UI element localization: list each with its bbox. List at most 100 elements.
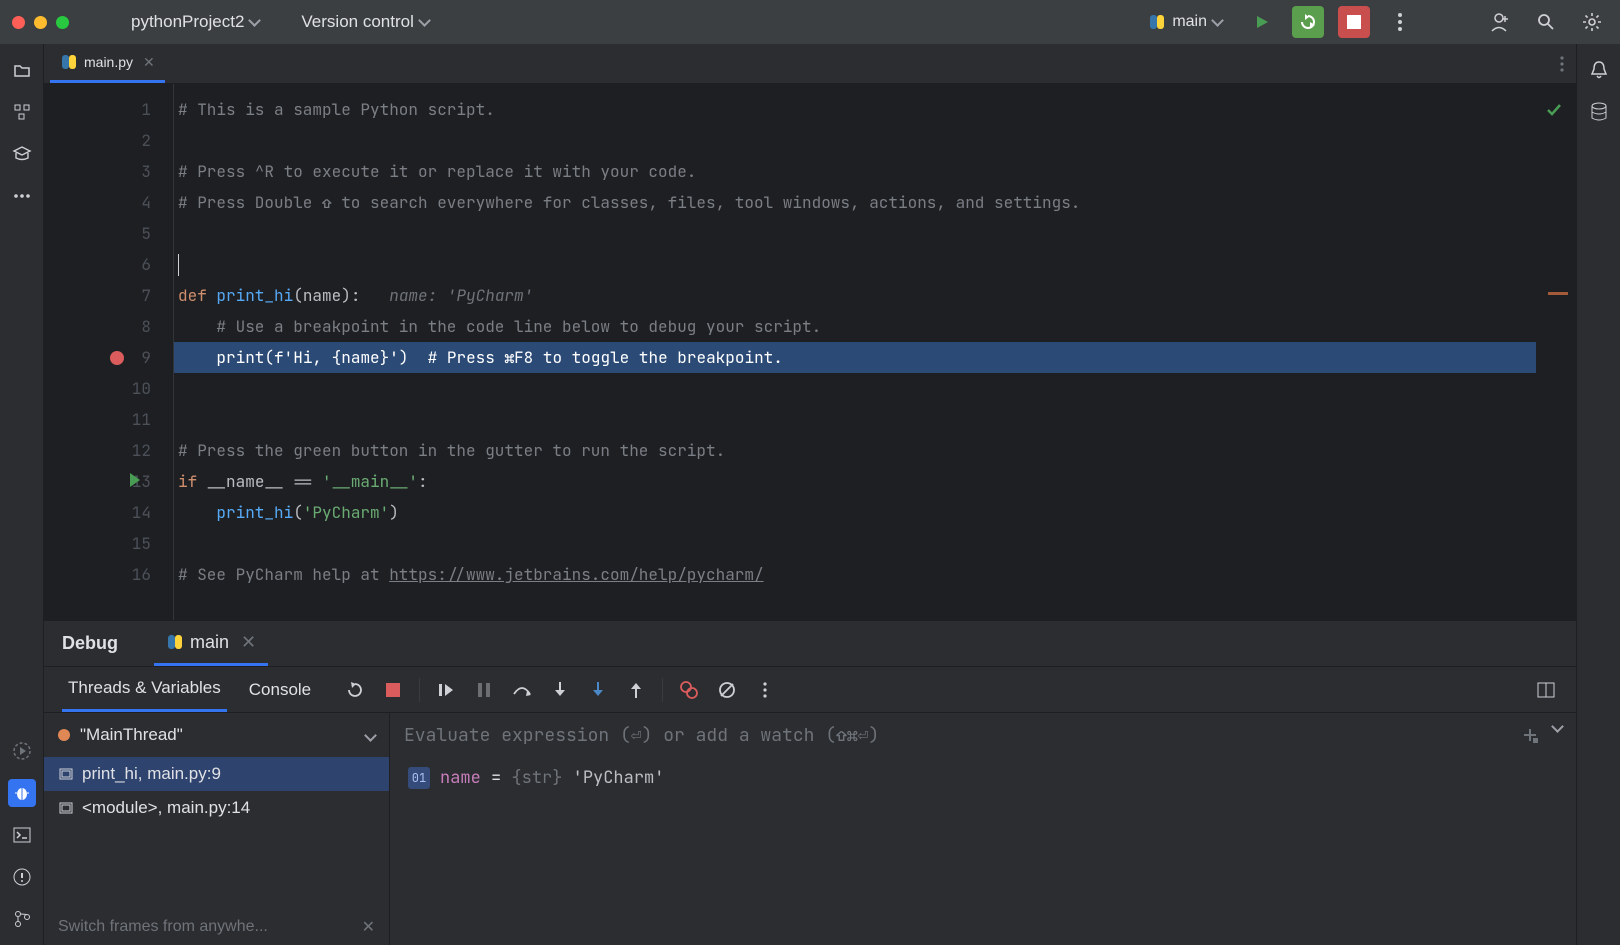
branch-icon — [13, 910, 31, 928]
main-layout: main.py ✕ 1 2 3 4 5 6 7 8 9 10 11 12 — [0, 44, 1620, 945]
variable-row[interactable]: 01 name = {str} 'PyCharm' — [390, 757, 1576, 799]
run-gutter-icon[interactable] — [130, 473, 140, 487]
close-tip-icon[interactable]: ✕ — [362, 917, 375, 937]
bell-icon — [1590, 60, 1608, 80]
threads-vars-tab[interactable]: Threads & Variables — [62, 667, 227, 712]
rerun-icon — [1299, 13, 1317, 31]
learn-icon — [12, 145, 32, 163]
traffic-lights — [12, 16, 69, 29]
step-out-button[interactable] — [624, 678, 648, 702]
eval-placeholder: Evaluate expression (⏎) or add a watch (… — [404, 724, 879, 747]
structure-icon — [13, 103, 31, 121]
stack-frame[interactable]: <module>, main.py:14 — [44, 791, 389, 825]
resume-button[interactable] — [434, 678, 458, 702]
project-dropdown[interactable]: pythonProject2 — [123, 8, 267, 36]
debug-tool-button[interactable] — [8, 779, 36, 807]
minimize-window[interactable] — [34, 16, 47, 29]
rerun-button[interactable] — [343, 678, 367, 702]
right-tool-rail — [1576, 44, 1620, 945]
play-icon — [1254, 14, 1270, 30]
chevron-down-icon — [418, 14, 431, 27]
editor-gutter[interactable]: 1 2 3 4 5 6 7 8 9 10 11 12 13 14 15 16 — [44, 84, 174, 620]
version-control-dropdown[interactable]: Version control — [301, 12, 428, 32]
chevron-down-icon — [249, 14, 262, 27]
more-actions[interactable] — [1384, 6, 1416, 38]
editor-status-strip — [1536, 84, 1576, 620]
search-icon — [1537, 13, 1555, 31]
step-over-button[interactable] — [510, 678, 534, 702]
tab-more-actions[interactable] — [1560, 56, 1576, 72]
maximize-window[interactable] — [56, 16, 69, 29]
run-tool-button[interactable] — [8, 737, 36, 765]
breakpoint-icon[interactable] — [110, 351, 124, 365]
run-config-selector[interactable]: main — [1138, 9, 1232, 35]
more-debug-actions[interactable] — [753, 678, 777, 702]
kebab-icon — [1398, 13, 1402, 31]
folder-icon — [13, 61, 31, 79]
debug-panel: Debug main ✕ Threads & Variables Console — [44, 620, 1576, 945]
tip-text: Switch frames from anywhe... — [58, 918, 268, 936]
thread-selector[interactable]: "MainThread" — [44, 713, 389, 757]
close-icon[interactable]: ✕ — [241, 632, 256, 653]
kebab-icon — [1560, 56, 1564, 72]
code-editor[interactable]: # This is a sample Python script. # Pres… — [174, 84, 1536, 620]
divider — [419, 678, 420, 702]
debug-body: "MainThread" print_hi, main.py:9 <module… — [44, 713, 1576, 945]
editor-tab-main[interactable]: main.py ✕ — [50, 44, 165, 83]
add-watch-icon[interactable] — [1521, 726, 1539, 744]
chevron-down-icon[interactable] — [1551, 720, 1564, 733]
run-button[interactable] — [1246, 6, 1278, 38]
problems-tool-button[interactable] — [8, 863, 36, 891]
notifications-button[interactable] — [1585, 56, 1613, 84]
thread-name: "MainThread" — [80, 725, 183, 745]
stack-frame[interactable]: print_hi, main.py:9 — [44, 757, 389, 791]
close-tab-icon[interactable]: ✕ — [143, 54, 155, 71]
variables-panel: Evaluate expression (⏎) or add a watch (… — [390, 713, 1576, 945]
titlebar: pythonProject2 Version control main — [0, 0, 1620, 44]
view-breakpoints-button[interactable] — [677, 678, 701, 702]
database-tool-button[interactable] — [1585, 98, 1613, 126]
inspection-ok-icon[interactable] — [1544, 100, 1564, 120]
scrollbar-marker[interactable] — [1548, 292, 1568, 295]
structure-tool-button[interactable] — [8, 98, 36, 126]
debug-run-tab-label: main — [190, 632, 229, 653]
pause-button[interactable] — [472, 678, 496, 702]
settings-button[interactable] — [1576, 6, 1608, 38]
evaluate-expression-input[interactable]: Evaluate expression (⏎) or add a watch (… — [390, 713, 1576, 757]
inlay-hint: name: 'PyCharm' — [360, 285, 533, 306]
center-area: main.py ✕ 1 2 3 4 5 6 7 8 9 10 11 12 — [44, 44, 1576, 945]
thread-status-icon — [58, 729, 70, 741]
mute-breakpoints-button[interactable] — [715, 678, 739, 702]
console-tab[interactable]: Console — [243, 667, 317, 712]
layout-button[interactable] — [1534, 678, 1558, 702]
stop-button[interactable] — [1338, 6, 1370, 38]
tip-banner: Switch frames from anywhe... ✕ — [44, 909, 389, 945]
code-with-me-button[interactable] — [1484, 6, 1516, 38]
project-tool-button[interactable] — [8, 56, 36, 84]
editor-area[interactable]: 1 2 3 4 5 6 7 8 9 10 11 12 13 14 15 16 #… — [44, 84, 1576, 620]
highlighted-line: print(f'Hi, {name}') # Press ⌘F8 to togg… — [174, 342, 1536, 373]
debug-button[interactable] — [1292, 6, 1324, 38]
vcs-tool-button[interactable] — [8, 905, 36, 933]
step-into-button[interactable] — [548, 678, 572, 702]
search-everywhere-button[interactable] — [1530, 6, 1562, 38]
code-text: # Press Double ⇧ to search everywhere fo… — [178, 192, 1080, 213]
left-tool-rail — [0, 44, 44, 945]
frame-icon — [58, 766, 74, 782]
editor-tabs: main.py ✕ — [44, 44, 1576, 84]
more-tool-button[interactable] — [8, 182, 36, 210]
ellipsis-icon — [13, 193, 31, 199]
debug-run-tab[interactable]: main ✕ — [154, 621, 268, 666]
code-link[interactable]: https://www.jetbrains.com/help/pycharm/ — [389, 564, 763, 585]
divider — [662, 678, 663, 702]
threads-panel: "MainThread" print_hi, main.py:9 <module… — [44, 713, 390, 945]
learn-tool-button[interactable] — [8, 140, 36, 168]
database-icon — [1590, 102, 1608, 122]
close-window[interactable] — [12, 16, 25, 29]
debug-toolbar — [343, 678, 777, 702]
chevron-down-icon — [366, 725, 375, 745]
step-into-my-code-button[interactable] — [586, 678, 610, 702]
terminal-tool-button[interactable] — [8, 821, 36, 849]
gear-icon — [1582, 12, 1602, 32]
stop-button[interactable] — [381, 678, 405, 702]
